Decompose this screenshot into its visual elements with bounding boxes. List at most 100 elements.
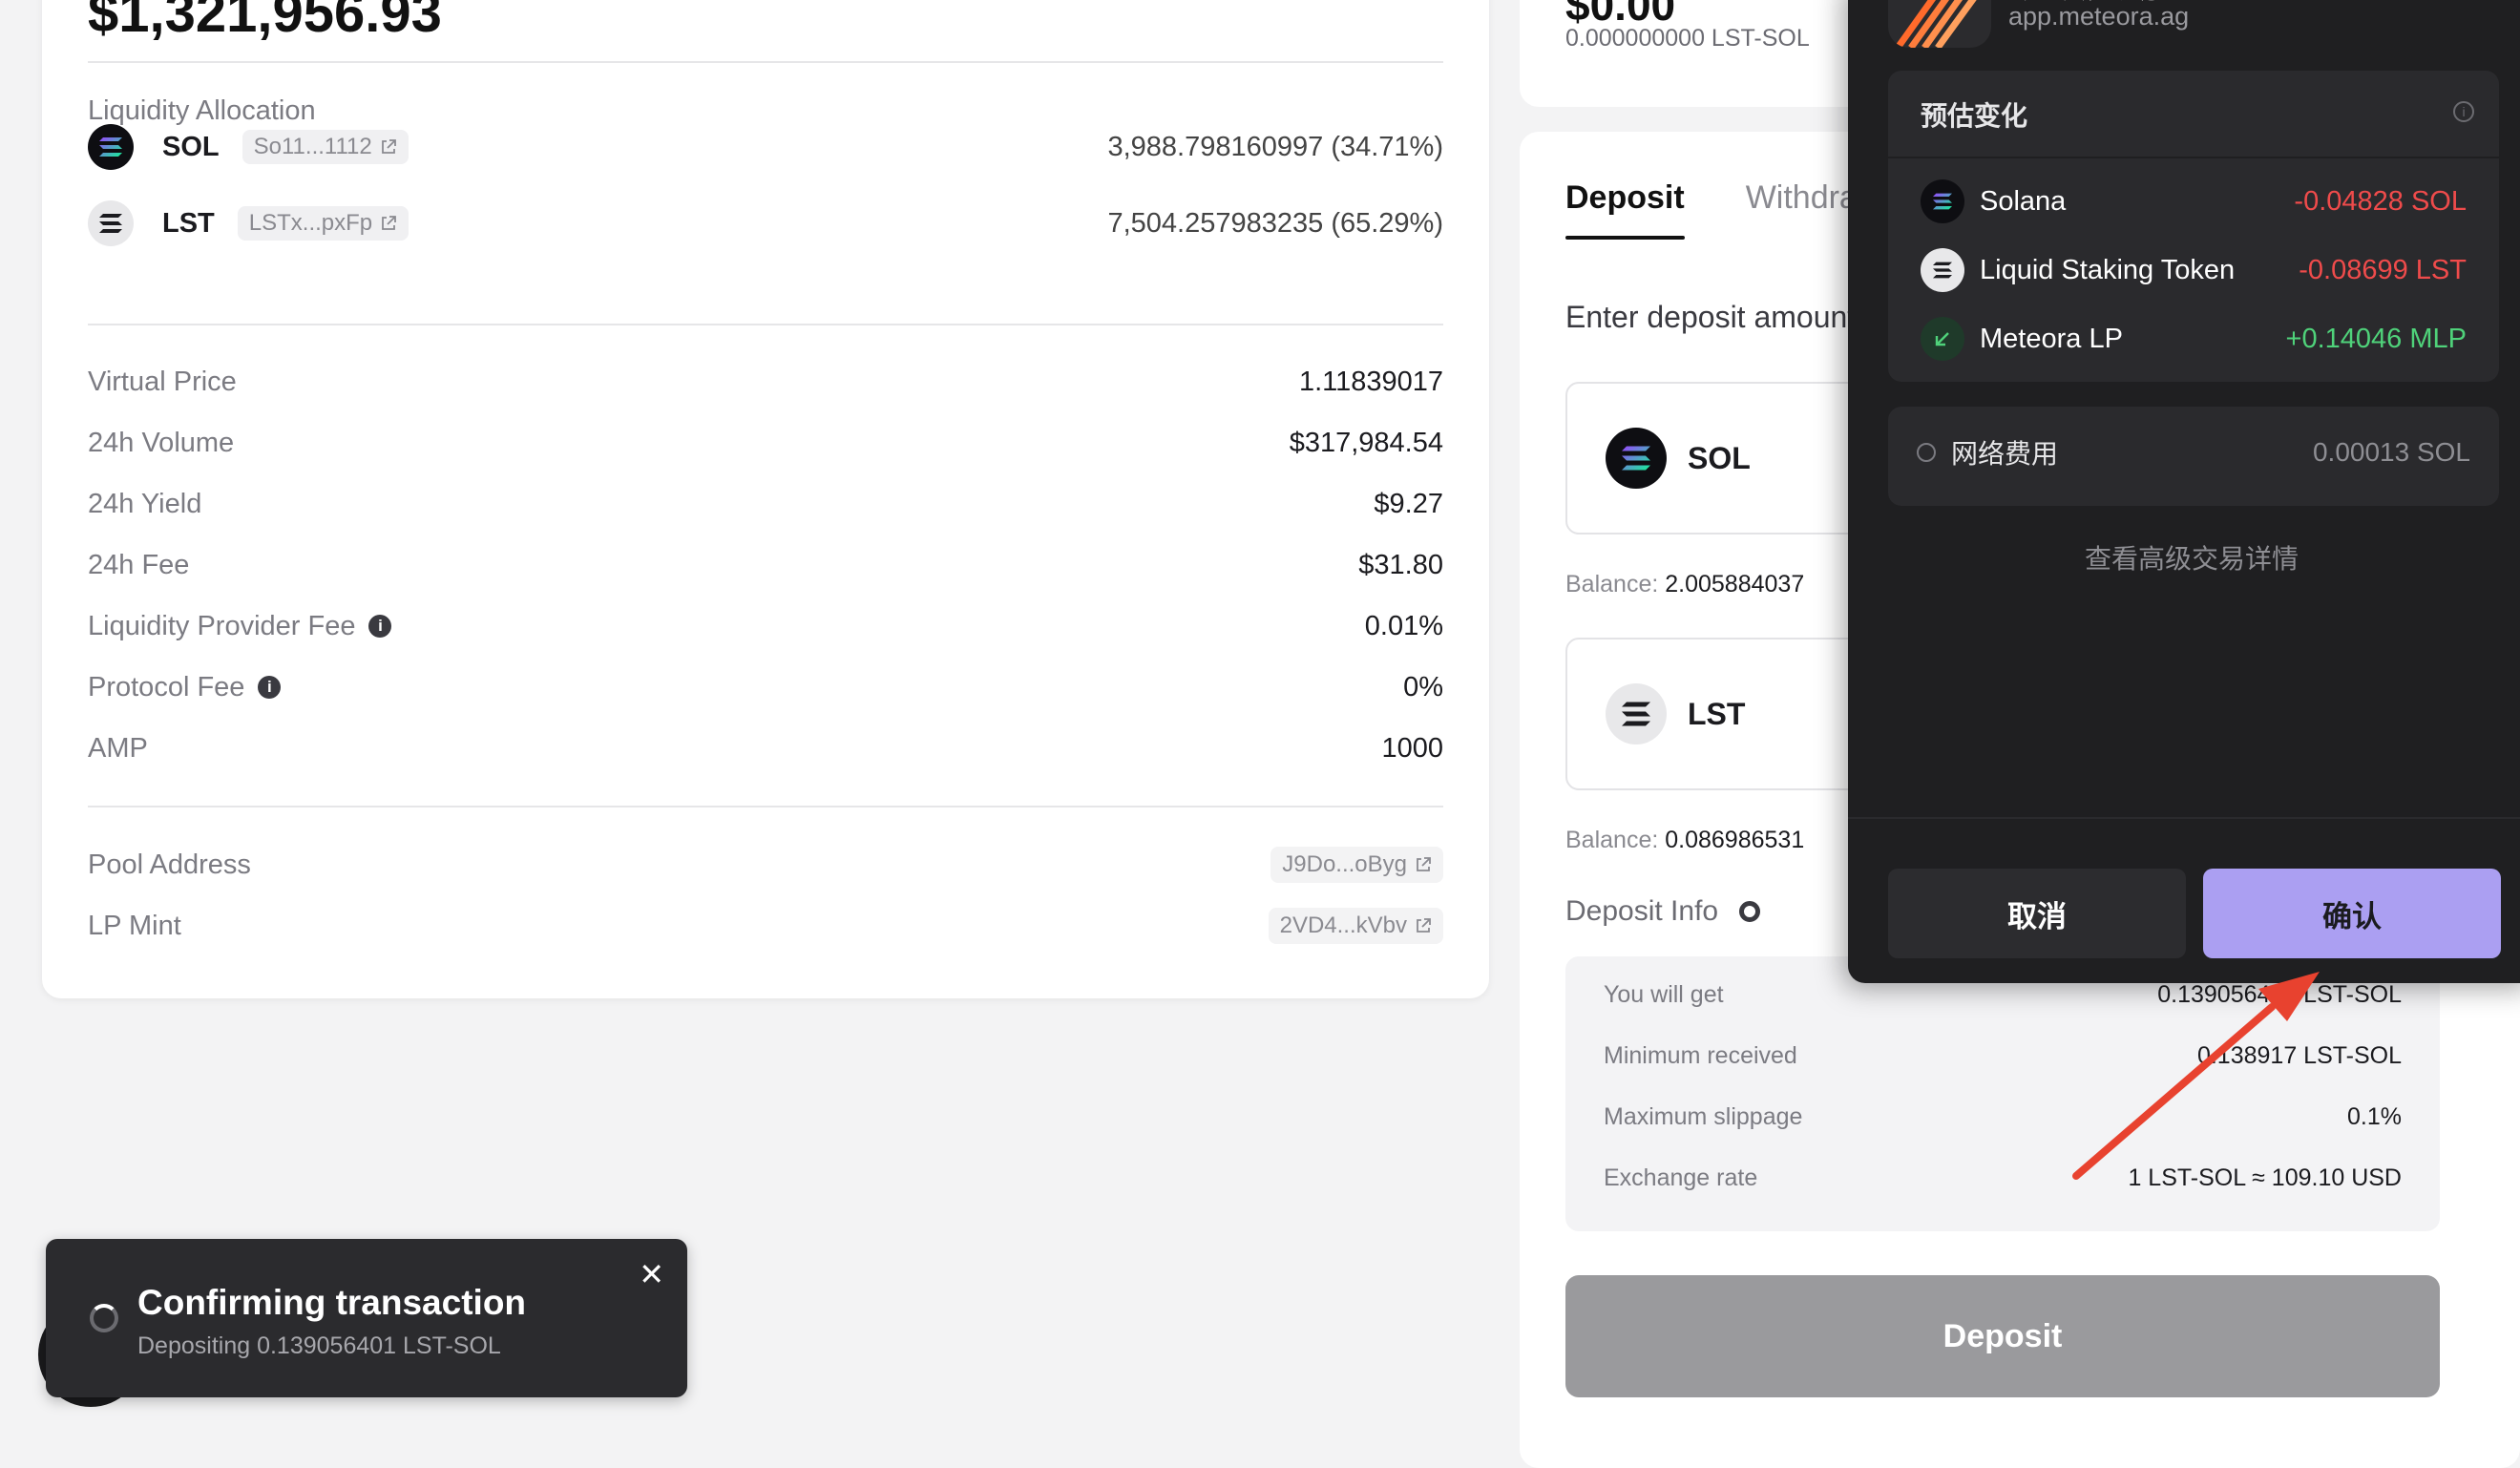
lst-icon xyxy=(88,200,134,246)
lp-mint-link[interactable]: 2VD4...kVbv xyxy=(1268,908,1443,944)
divider xyxy=(88,806,1443,807)
network-fee-label: 网络费用 xyxy=(1951,439,2059,469)
stat-label: AMP xyxy=(88,732,148,764)
token-address-link[interactable]: LSTx...pxFp xyxy=(237,206,410,241)
stat-amp: AMP 1000 xyxy=(88,729,1443,767)
divider xyxy=(88,324,1443,325)
deposit-button[interactable]: Deposit xyxy=(1565,1275,2440,1397)
info-key: Maximum slippage xyxy=(1604,1102,1803,1130)
meteora-logo xyxy=(1888,0,1991,48)
stat-value: $317,984.54 xyxy=(1289,427,1443,458)
token-amount: 7,504.257983235 (65.29%) xyxy=(1107,207,1443,239)
deposit-info-box: You will get 0.139056401 LST-SOL Minimum… xyxy=(1565,956,2440,1231)
stat-value: 0% xyxy=(1403,671,1443,703)
change-amount: -0.04828 SOL xyxy=(2294,185,2467,217)
external-link-icon xyxy=(382,216,397,230)
token-address: LSTx...pxFp xyxy=(248,210,373,236)
stat-value: 1000 xyxy=(1381,732,1443,764)
info-value: 0.138917 LST-SOL xyxy=(2196,1041,2402,1069)
input-token-symbol: LST xyxy=(1688,696,1746,731)
solana-icon xyxy=(88,124,134,170)
wallet-confirm-popup: 确认交易 app.meteora.ag 预估变化 i Solana -0.048… xyxy=(1848,0,2520,983)
refresh-icon[interactable] xyxy=(1739,901,1761,922)
position-card: $0.00 0.000000000 LST-SOL xyxy=(1520,0,1901,107)
allocation-row-sol: SOL So11...1112 3,988.798160997 (34.71%) xyxy=(88,118,1443,176)
lp-mint-label: LP Mint xyxy=(88,910,181,941)
network-fee-card: 网络费用 0.00013 SOL xyxy=(1888,407,2499,506)
info-key: Minimum received xyxy=(1604,1041,1797,1069)
stat-protocol-fee: Protocol Fee i 0% xyxy=(88,668,1443,706)
lp-mint-row: LP Mint 2VD4...kVbv xyxy=(88,907,1443,945)
close-icon[interactable]: ✕ xyxy=(639,1256,664,1292)
toast-notification: Confirming transaction Depositing 0.1390… xyxy=(46,1239,687,1397)
pool-tvl: $1,321,956.93 xyxy=(88,0,442,44)
divider xyxy=(1848,817,2520,819)
balance-value[interactable]: 0.086986531 xyxy=(1665,827,1804,853)
balance-label: Balance: xyxy=(1565,571,1659,598)
info-key: You will get xyxy=(1604,980,1724,1008)
stat-value: 0.01% xyxy=(1364,610,1443,641)
stat-value: 1.11839017 xyxy=(1298,366,1443,397)
tab-deposit[interactable]: Deposit xyxy=(1565,179,1685,240)
info-icon[interactable]: i xyxy=(258,676,282,699)
toast-subtitle: Depositing 0.139056401 LST-SOL xyxy=(137,1332,501,1359)
external-link-icon xyxy=(1417,918,1431,933)
advanced-details-link[interactable]: 查看高级交易详情 xyxy=(1848,538,2520,577)
external-link-icon xyxy=(381,139,396,154)
solana-icon xyxy=(1606,428,1667,489)
token-amount: 3,988.798160997 (34.71%) xyxy=(1107,131,1443,162)
enter-deposit-label: Enter deposit amount xyxy=(1565,300,1857,334)
info-icon[interactable]: i xyxy=(368,615,392,638)
stat-label: Virtual Price xyxy=(88,366,237,397)
deposit-info-header: Deposit Info xyxy=(1565,895,1761,928)
info-row: Maximum slippage 0.1% xyxy=(1604,1100,2402,1134)
lst-icon xyxy=(1606,683,1667,744)
info-key: Exchange rate xyxy=(1604,1164,1758,1191)
change-name: Solana xyxy=(1980,185,2067,217)
token-address: So11...1112 xyxy=(253,134,372,159)
change-row-solana: Solana -0.04828 SOL xyxy=(1921,178,2467,225)
info-value: 0.139056401 LST-SOL xyxy=(2157,980,2402,1008)
change-amount: -0.08699 LST xyxy=(2299,254,2467,285)
token-symbol: SOL xyxy=(162,131,220,162)
estimated-changes-title: 预估变化 xyxy=(1921,101,2028,131)
stat-label: 24h Volume xyxy=(88,427,235,458)
info-row: Exchange rate 1 LST-SOL ≈ 109.10 USD xyxy=(1604,1161,2402,1195)
stat-24h-volume: 24h Volume $317,984.54 xyxy=(88,424,1443,462)
allocation-row-lst: LST LSTx...pxFp 7,504.257983235 (65.29%) xyxy=(88,195,1443,252)
change-name: Liquid Staking Token xyxy=(1980,254,2236,285)
stat-value: $31.80 xyxy=(1358,549,1443,580)
token-symbol: LST xyxy=(162,207,215,239)
pool-address-link[interactable]: J9Do...oByg xyxy=(1270,847,1443,883)
wallet-site: app.meteora.ag xyxy=(2008,2,2190,31)
change-row-lst: Liquid Staking Token -0.08699 LST xyxy=(1921,246,2467,294)
loading-spinner-icon xyxy=(90,1304,118,1332)
info-icon[interactable] xyxy=(1917,443,1936,462)
external-link-icon xyxy=(1417,857,1431,871)
info-icon[interactable]: i xyxy=(2453,101,2474,122)
stat-label-wrap: Liquidity Provider Fee i xyxy=(88,611,392,642)
pool-address: J9Do...oByg xyxy=(1282,851,1407,877)
change-row-meteora-lp: Meteora LP +0.14046 MLP xyxy=(1921,315,2467,363)
lst-icon xyxy=(1921,248,1964,292)
deposit-tabs: Deposit Withdraw xyxy=(1565,179,1880,240)
stat-label: 24h Yield xyxy=(88,488,202,519)
confirm-button[interactable]: 确认 xyxy=(2203,869,2501,958)
position-amount: 0.000000000 LST-SOL xyxy=(1565,25,1810,52)
estimated-changes-card: 预估变化 i Solana -0.04828 SOL Liquid Stakin… xyxy=(1888,71,2499,382)
change-name: Meteora LP xyxy=(1980,323,2123,354)
balance-value[interactable]: 2.005884037 xyxy=(1665,571,1804,598)
token-address-link[interactable]: So11...1112 xyxy=(242,130,409,164)
change-amount: +0.14046 MLP xyxy=(2285,323,2467,354)
input-token-symbol: SOL xyxy=(1688,440,1751,475)
info-value: 1 LST-SOL ≈ 109.10 USD xyxy=(2128,1164,2402,1191)
pool-address-label: Pool Address xyxy=(88,849,251,880)
divider xyxy=(88,61,1443,63)
network-fee-value: 0.00013 SOL xyxy=(2312,437,2470,467)
info-value: 0.1% xyxy=(2347,1102,2402,1130)
cancel-button[interactable]: 取消 xyxy=(1888,869,2186,958)
stat-label-wrap: Protocol Fee i xyxy=(88,672,282,703)
stat-value: $9.27 xyxy=(1374,488,1443,519)
divider xyxy=(1888,157,2499,158)
lst-balance: Balance: 0.086986531 xyxy=(1565,827,1804,854)
